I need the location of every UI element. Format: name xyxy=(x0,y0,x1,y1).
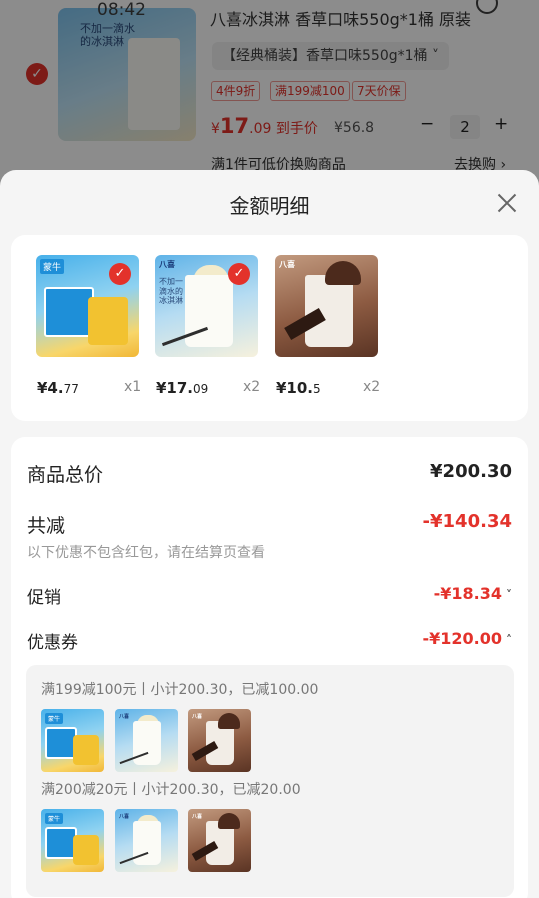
close-icon[interactable] xyxy=(492,188,522,218)
brand-label: 蒙牛 xyxy=(45,713,64,724)
ice-cream-cup-image xyxy=(185,275,233,347)
ice-cream-cup-image xyxy=(133,721,161,765)
ice-cream-cup-image xyxy=(133,821,161,865)
brand-label: 蒙牛 xyxy=(40,259,65,274)
coupon-product-thumb: 八喜 xyxy=(188,809,251,872)
coupon-product-thumb: 蒙牛 xyxy=(41,709,104,772)
brand-label: 八喜 xyxy=(119,714,130,720)
product-price: ¥10.5 xyxy=(276,379,321,397)
coupon-label: 优惠券 xyxy=(27,633,78,653)
coupon-product-thumb: 八喜 xyxy=(115,809,178,872)
juice-box-image xyxy=(44,287,94,337)
chocolate-scoop-image xyxy=(218,813,240,829)
total-value: ¥200.30 xyxy=(430,461,512,482)
total-label: 商品总价 xyxy=(27,464,104,486)
product-image[interactable]: 蒙牛 ✓ xyxy=(36,255,139,357)
coupon-product-thumb: 蒙牛 xyxy=(41,809,104,872)
coupon-detail-box: 满199减100元丨小计200.30，已减100.00 蒙牛 八喜 八喜 满20… xyxy=(26,665,514,897)
chocolate-scoop-image xyxy=(218,713,240,729)
chocolate-scoop-image xyxy=(325,261,361,285)
brand-label: 八喜 xyxy=(119,814,130,820)
product-qty: x2 xyxy=(243,379,261,395)
promo-toggle[interactable]: -¥18.34 ˅ xyxy=(434,584,512,603)
product-qty: x1 xyxy=(124,379,142,395)
juice-glass-image xyxy=(73,835,99,865)
coupon-rule-text: 满199减100元丨小计200.30，已减100.00 xyxy=(41,682,319,698)
product-image[interactable]: 八喜 xyxy=(275,255,378,357)
product-qty: x2 xyxy=(363,379,381,395)
discount-value: -¥140.34 xyxy=(422,511,512,532)
brand-label: 八喜 xyxy=(279,260,295,269)
status-time: 08:42 xyxy=(97,0,146,20)
brand-label: 八喜 xyxy=(192,814,203,820)
juice-glass-image xyxy=(73,735,99,765)
brand-label: 八喜 xyxy=(159,260,175,269)
amount-detail-sheet: 金额明细 蒙牛 ✓ ¥4.77 x1 八喜 不加一滴水的冰淇淋 ✓ ¥17.09 xyxy=(0,170,539,898)
chevron-up-icon: ˄ xyxy=(506,633,512,647)
brand-label: 八喜 xyxy=(192,714,203,720)
product-price: ¥17.09 xyxy=(156,379,209,397)
discount-note: 以下优惠不包含红包，请在结算页查看 xyxy=(27,545,265,561)
brand-label: 蒙牛 xyxy=(45,813,64,824)
summary-card: 商品总价 ¥200.30 共减 -¥140.34 以下优惠不包含红包，请在结算页… xyxy=(11,437,528,898)
promo-label: 促销 xyxy=(27,588,61,608)
discount-label: 共减 xyxy=(27,515,66,537)
product-image[interactable]: 八喜 不加一滴水的冰淇淋 ✓ xyxy=(155,255,258,357)
sheet-title: 金额明细 xyxy=(229,194,310,218)
coupon-product-thumb: 八喜 xyxy=(188,709,251,772)
coupon-rule-text: 满200减20元丨小计200.30，已减20.00 xyxy=(41,782,301,798)
coupon-product-thumb: 八喜 xyxy=(115,709,178,772)
chevron-down-icon: ˅ xyxy=(506,588,512,602)
checked-icon[interactable]: ✓ xyxy=(228,263,250,285)
juice-glass-image xyxy=(88,297,128,345)
product-price: ¥4.77 xyxy=(37,379,79,397)
checked-icon[interactable]: ✓ xyxy=(109,263,131,285)
coupon-toggle[interactable]: -¥120.00 ˄ xyxy=(422,629,512,648)
products-card: 蒙牛 ✓ ¥4.77 x1 八喜 不加一滴水的冰淇淋 ✓ ¥17.09 x2 八… xyxy=(11,235,528,421)
